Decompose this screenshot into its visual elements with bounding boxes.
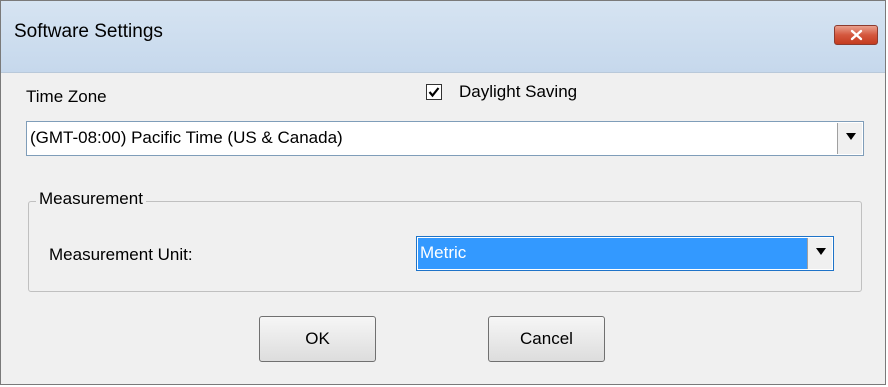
chevron-down-icon [846,133,856,140]
close-icon [850,29,863,41]
chevron-down-icon [816,248,826,255]
measurement-group: Measurement Measurement Unit: Metric [28,189,862,292]
measurement-unit-value: Metric [420,243,467,262]
close-button[interactable] [834,25,878,45]
measurement-group-label: Measurement [36,189,146,209]
dialog-body: Time Zone Daylight Saving (GMT-08:00) Pa… [1,73,885,384]
time-zone-dropdown-button[interactable] [837,123,862,154]
time-zone-value: (GMT-08:00) Pacific Time (US & Canada) [30,128,343,147]
title-bar[interactable]: Software Settings [1,1,885,73]
measurement-unit-label: Measurement Unit: [49,245,193,264]
time-zone-label: Time Zone [26,87,107,106]
checkmark-icon [428,87,440,98]
ok-button[interactable]: OK [259,316,376,362]
daylight-saving-checkbox[interactable] [426,84,442,100]
time-zone-dropdown[interactable]: (GMT-08:00) Pacific Time (US & Canada) [26,121,864,156]
measurement-unit-dropdown-button[interactable] [807,238,832,269]
daylight-saving-label[interactable]: Daylight Saving [459,82,577,102]
cancel-button[interactable]: Cancel [488,316,605,362]
measurement-unit-selection: Metric [418,238,807,269]
dialog-title: Software Settings [14,21,163,42]
software-settings-dialog: Software Settings Time Zone Daylight Sav… [0,0,886,385]
measurement-unit-dropdown[interactable]: Metric [416,236,834,271]
